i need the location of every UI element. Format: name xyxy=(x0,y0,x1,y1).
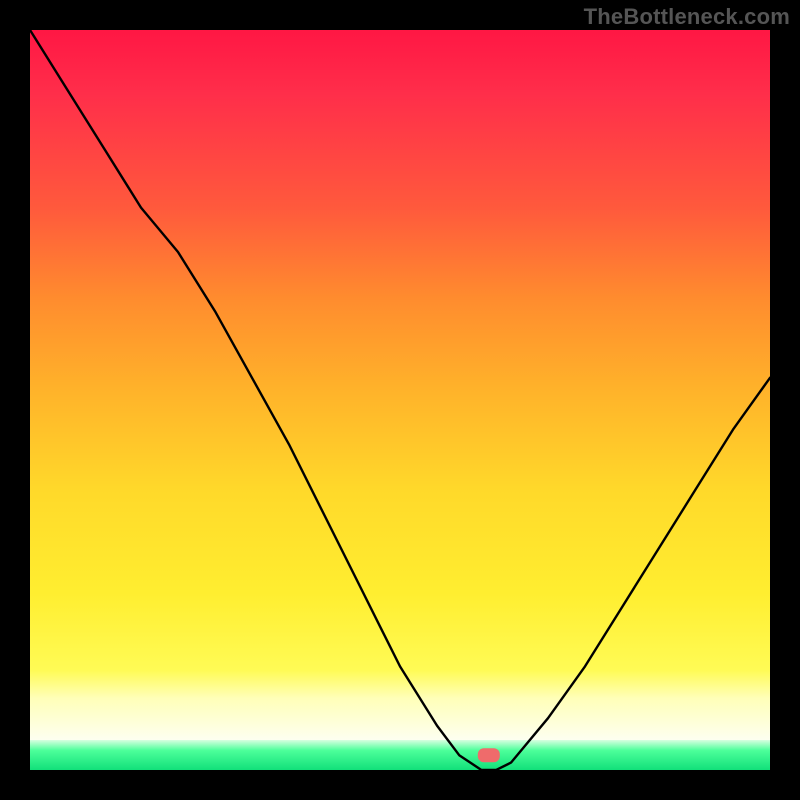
curve-svg xyxy=(30,30,770,770)
watermark-text: TheBottleneck.com xyxy=(584,4,790,30)
plot-area xyxy=(30,30,770,770)
bottleneck-curve xyxy=(30,30,770,770)
optimum-marker xyxy=(478,748,500,762)
chart-frame: TheBottleneck.com xyxy=(0,0,800,800)
